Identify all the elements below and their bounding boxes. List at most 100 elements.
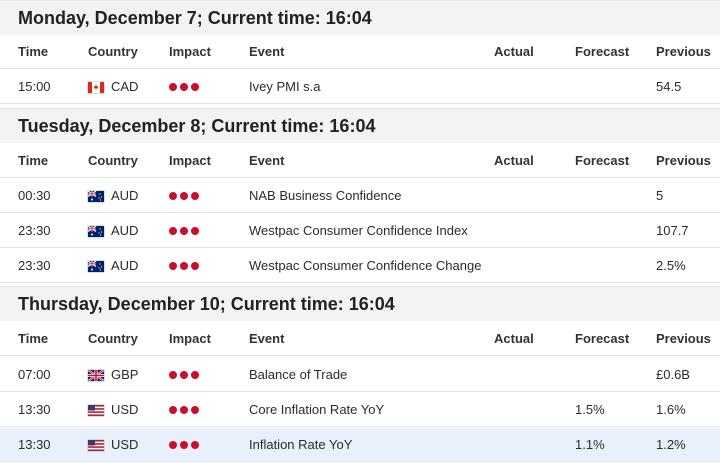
column-header-country[interactable]: Country bbox=[88, 322, 138, 356]
event-row[interactable]: 13:30 USD Core Inflation Rate YoY 1.5% 1… bbox=[0, 393, 720, 427]
event-previous: 107.7 bbox=[656, 223, 689, 238]
impact-dot-icon bbox=[169, 227, 177, 235]
impact-dot-icon bbox=[169, 262, 177, 270]
column-header-country[interactable]: Country bbox=[88, 144, 138, 178]
country-code: GBP bbox=[111, 367, 139, 382]
column-header-impact[interactable]: Impact bbox=[169, 322, 211, 356]
column-header-previous[interactable]: Previous bbox=[656, 35, 711, 69]
australia-flag-icon bbox=[88, 260, 104, 272]
impact-dot-icon bbox=[180, 83, 188, 91]
event-country[interactable]: USD bbox=[88, 393, 138, 427]
impact-dot-icon bbox=[191, 406, 199, 414]
country-code: CAD bbox=[111, 79, 139, 94]
impact-dot-icon bbox=[180, 227, 188, 235]
impact-dot-icon bbox=[169, 83, 177, 91]
event-row[interactable]: 15:00 CAD Ivey PMI s.a 54.5 bbox=[0, 70, 720, 104]
column-header-time[interactable]: Time bbox=[18, 322, 48, 356]
impact-dot-icon bbox=[180, 371, 188, 379]
impact-indicator bbox=[169, 179, 202, 213]
event-name[interactable]: Balance of Trade bbox=[249, 358, 347, 392]
impact-indicator bbox=[169, 393, 202, 427]
event-country[interactable]: CAD bbox=[88, 70, 138, 104]
event-name[interactable]: NAB Business Confidence bbox=[249, 179, 401, 213]
impact-indicator bbox=[169, 358, 202, 392]
impact-dot-icon bbox=[169, 406, 177, 414]
event-country[interactable]: AUD bbox=[88, 179, 138, 213]
impact-indicator bbox=[169, 428, 202, 462]
event-time: 15:00 bbox=[18, 79, 51, 94]
event-previous: £0.6B bbox=[656, 367, 690, 382]
day-heading-thursday: Thursday, December 10; Current time: 16:… bbox=[0, 286, 720, 321]
event-previous: 2.5% bbox=[656, 258, 686, 273]
event-time: 13:30 bbox=[18, 402, 51, 417]
impact-dot-icon bbox=[191, 262, 199, 270]
impact-dot-icon bbox=[169, 441, 177, 449]
column-header-event[interactable]: Event bbox=[249, 144, 284, 178]
column-header-event[interactable]: Event bbox=[249, 322, 284, 356]
impact-dot-icon bbox=[169, 371, 177, 379]
column-header-actual[interactable]: Actual bbox=[494, 144, 534, 178]
event-row[interactable]: 07:00 GBP Balance of Trade £0.6B bbox=[0, 358, 720, 392]
event-row[interactable]: 23:30 AUD Westpac Consumer Confidence Ch… bbox=[0, 249, 720, 283]
impact-indicator bbox=[169, 70, 202, 104]
column-header-event[interactable]: Event bbox=[249, 35, 284, 69]
event-name[interactable]: Core Inflation Rate YoY bbox=[249, 393, 384, 427]
impact-dot-icon bbox=[180, 262, 188, 270]
impact-dot-icon bbox=[191, 371, 199, 379]
impact-dot-icon bbox=[191, 192, 199, 200]
column-header-time[interactable]: Time bbox=[18, 35, 48, 69]
impact-dot-icon bbox=[191, 441, 199, 449]
event-forecast: 1.1% bbox=[575, 437, 605, 452]
impact-dot-icon bbox=[180, 441, 188, 449]
event-previous: 1.2% bbox=[656, 437, 686, 452]
column-header-row: Time Country Impact Event Actual Forecas… bbox=[0, 35, 720, 69]
column-header-actual[interactable]: Actual bbox=[494, 322, 534, 356]
australia-flag-icon bbox=[88, 225, 104, 237]
column-header-forecast[interactable]: Forecast bbox=[575, 322, 629, 356]
us-flag-icon bbox=[88, 439, 104, 451]
event-time: 07:00 bbox=[18, 367, 51, 382]
column-header-forecast[interactable]: Forecast bbox=[575, 35, 629, 69]
event-name[interactable]: Westpac Consumer Confidence Index bbox=[249, 214, 468, 248]
column-header-impact[interactable]: Impact bbox=[169, 144, 211, 178]
day-heading-tuesday: Tuesday, December 8; Current time: 16:04 bbox=[0, 108, 720, 143]
event-time: 23:30 bbox=[18, 223, 51, 238]
event-previous: 5 bbox=[656, 188, 664, 203]
canada-flag-icon bbox=[88, 81, 104, 93]
event-time: 00:30 bbox=[18, 188, 51, 203]
event-name[interactable]: Ivey PMI s.a bbox=[249, 70, 321, 104]
event-row[interactable]: 00:30 AUD NAB Business Confidence 5 bbox=[0, 179, 720, 213]
impact-dot-icon bbox=[180, 192, 188, 200]
column-header-row: Time Country Impact Event Actual Forecas… bbox=[0, 144, 720, 178]
event-row[interactable]: 13:30 USD Inflation Rate YoY 1.1% 1.2% bbox=[0, 428, 720, 462]
event-row[interactable]: 23:30 AUD Westpac Consumer Confidence In… bbox=[0, 214, 720, 248]
country-code: AUD bbox=[111, 188, 139, 203]
event-forecast: 1.5% bbox=[575, 402, 605, 417]
column-header-previous[interactable]: Previous bbox=[656, 322, 711, 356]
event-time: 13:30 bbox=[18, 437, 51, 452]
event-time: 23:30 bbox=[18, 258, 51, 273]
impact-dot-icon bbox=[180, 406, 188, 414]
event-name[interactable]: Westpac Consumer Confidence Change bbox=[249, 249, 481, 283]
column-header-impact[interactable]: Impact bbox=[169, 35, 211, 69]
impact-dot-icon bbox=[169, 192, 177, 200]
country-code: AUD bbox=[111, 258, 139, 273]
column-header-actual[interactable]: Actual bbox=[494, 35, 534, 69]
column-header-forecast[interactable]: Forecast bbox=[575, 144, 629, 178]
column-header-row: Time Country Impact Event Actual Forecas… bbox=[0, 322, 720, 356]
column-header-previous[interactable]: Previous bbox=[656, 144, 711, 178]
impact-dot-icon bbox=[191, 227, 199, 235]
country-code: USD bbox=[111, 402, 139, 417]
column-header-time[interactable]: Time bbox=[18, 144, 48, 178]
event-country[interactable]: USD bbox=[88, 428, 138, 462]
country-code: AUD bbox=[111, 223, 139, 238]
impact-indicator bbox=[169, 214, 202, 248]
impact-indicator bbox=[169, 249, 202, 283]
event-country[interactable]: GBP bbox=[88, 358, 138, 392]
day-heading-monday: Monday, December 7; Current time: 16:04 bbox=[0, 0, 720, 35]
us-flag-icon bbox=[88, 404, 104, 416]
event-name[interactable]: Inflation Rate YoY bbox=[249, 428, 352, 462]
column-header-country[interactable]: Country bbox=[88, 35, 138, 69]
event-country[interactable]: AUD bbox=[88, 249, 138, 283]
event-country[interactable]: AUD bbox=[88, 214, 138, 248]
